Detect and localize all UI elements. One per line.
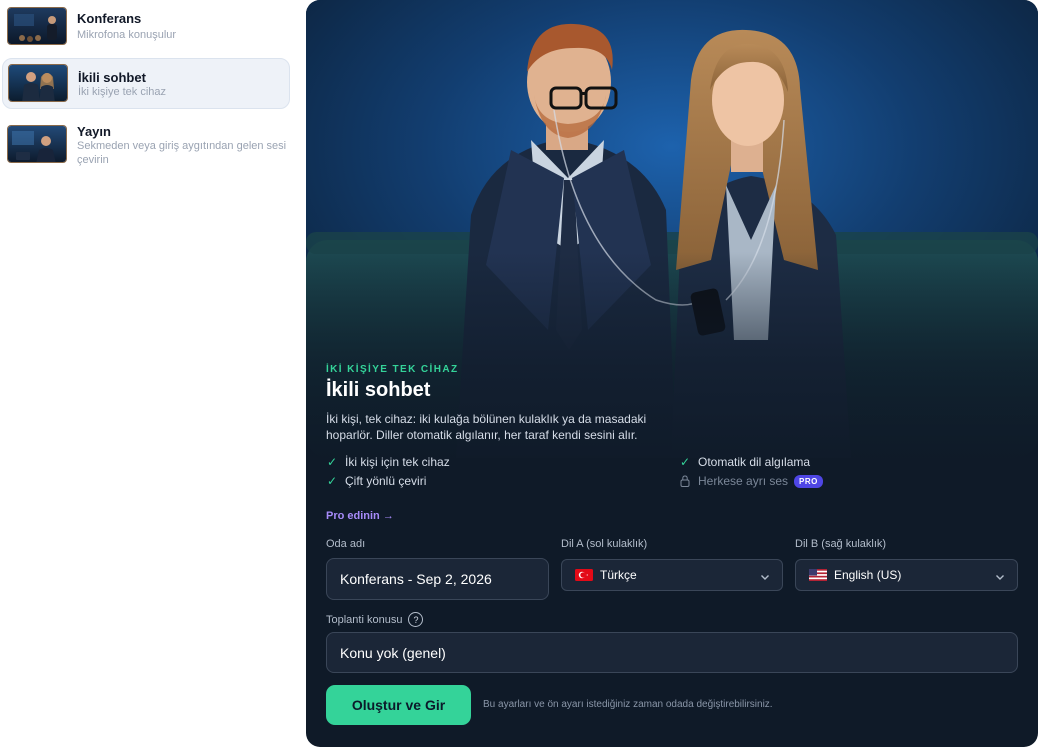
feature-label: İki kişi için tek cihaz — [345, 455, 450, 469]
check-icon: ✓ — [327, 474, 338, 488]
meeting-topic-value: Konu yok (genel) — [340, 644, 446, 661]
feature-item: ✓ İki kişi için tek cihaz — [327, 455, 450, 469]
feature-item: ✓ Otomatik dil algılama — [680, 455, 810, 469]
app-root: Konferans Mikrofona konuşulur İkili sohb… — [0, 0, 1038, 747]
room-name-input[interactable]: Konferans - Sep 2, 2026 — [326, 558, 549, 600]
mode-description: Mikrofona konuşulur — [77, 29, 177, 41]
us-flag-icon — [809, 569, 827, 581]
language-b-label: Dil B (sağ kulaklık) — [795, 538, 887, 550]
room-name-value: Konferans - Sep 2, 2026 — [340, 571, 492, 587]
mode-sidebar: Konferans Mikrofona konuşulur İkili sohb… — [0, 0, 296, 747]
mode-title: İkili sohbet — [78, 70, 146, 85]
create-and-join-button[interactable]: Oluştur ve Gir — [326, 685, 471, 725]
language-b-value: English (US) — [834, 568, 902, 582]
help-icon[interactable]: ? — [408, 612, 424, 627]
feature-label: Otomatik dil algılama — [698, 455, 811, 469]
eyebrow-label: İKİ KİŞİYE TEK CİHAZ — [326, 364, 459, 375]
mode-thumb-konferans — [7, 7, 67, 45]
mode-item-konferans[interactable]: Konferans Mikrofona konuşulur — [2, 3, 290, 49]
meeting-topic-label: Toplanti konusu ? — [326, 612, 424, 627]
mode-detail-panel: İKİ KİŞİYE TEK CİHAZ İkili sohbet İki ki… — [306, 0, 1038, 747]
page-title: İkili sohbet — [326, 379, 431, 401]
mode-item-yayin[interactable]: Yayın Sekmeden veya giriş aygıtından gel… — [2, 118, 290, 170]
mode-description: İki kişiye tek cihaz — [78, 86, 167, 98]
tr-flag-icon — [575, 569, 593, 581]
mode-title: Yayın — [77, 124, 111, 139]
chevron-down-icon — [760, 571, 770, 585]
chevron-down-icon — [995, 571, 1005, 585]
meeting-topic-input[interactable]: Konu yok (genel) — [326, 632, 1018, 673]
intro-text: İki kişi, tek cihaz: iki kulağa bölünen … — [326, 412, 647, 442]
language-a-select[interactable]: Türkçe — [561, 559, 783, 591]
mode-description: Sekmeden veya giriş aygıtından gelen ses… — [77, 140, 287, 166]
mode-item-ikili-sohbet[interactable]: İkili sohbet İki kişiye tek cihaz — [2, 58, 290, 109]
feature-item-locked: Herkese ayrı ses PRO — [680, 474, 823, 488]
get-pro-link[interactable]: Pro edinin → — [326, 510, 394, 522]
mode-thumb-yayin — [7, 125, 67, 163]
feature-label: Çift yönlü çeviri — [345, 474, 427, 488]
room-name-label: Oda adı — [326, 538, 366, 550]
settings-hint: Bu ayarları ve ön ayarı istediğiniz zama… — [483, 699, 773, 710]
feature-label: Herkese ayrı ses — [698, 474, 789, 488]
check-icon: ✓ — [327, 455, 338, 469]
language-a-label: Dil A (sol kulaklık) — [561, 538, 648, 550]
mode-title: Konferans — [77, 11, 142, 26]
language-a-value: Türkçe — [600, 568, 637, 582]
check-icon: ✓ — [680, 455, 691, 469]
mode-thumb-ikili — [8, 64, 68, 102]
meeting-topic-label-text: Toplanti konusu — [326, 613, 403, 626]
feature-item: ✓ Çift yönlü çeviri — [327, 474, 426, 488]
pro-badge: PRO — [794, 474, 823, 488]
language-b-select[interactable]: English (US) — [795, 559, 1018, 591]
lock-icon — [680, 475, 698, 487]
